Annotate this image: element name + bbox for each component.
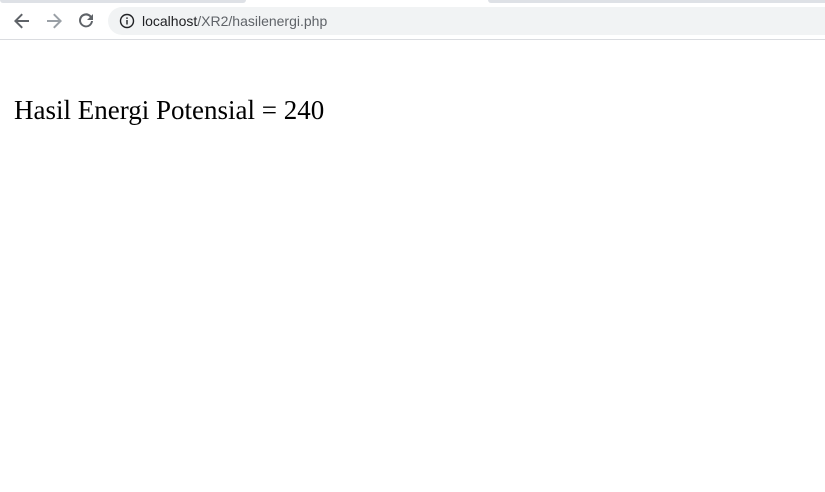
arrow-right-icon xyxy=(47,13,62,29)
info-circle-icon[interactable] xyxy=(119,13,135,29)
address-bar[interactable]: localhost/XR2/hasilenergi.php xyxy=(108,7,825,35)
browser-toolbar: localhost/XR2/hasilenergi.php xyxy=(0,0,825,40)
forward-button[interactable] xyxy=(41,8,67,34)
tab-strip-edge xyxy=(488,0,825,3)
result-heading: Hasil Energi Potensial = 240 xyxy=(14,95,325,125)
arrow-left-icon xyxy=(14,13,29,29)
reload-icon xyxy=(79,13,93,28)
tab-strip-edge xyxy=(0,0,246,3)
reload-button[interactable] xyxy=(73,8,99,34)
url-path: /XR2/hasilenergi.php xyxy=(197,13,328,29)
back-button[interactable] xyxy=(9,8,35,34)
url-host: localhost xyxy=(142,13,198,29)
url-text[interactable]: localhost/XR2/hasilenergi.php xyxy=(142,7,327,35)
